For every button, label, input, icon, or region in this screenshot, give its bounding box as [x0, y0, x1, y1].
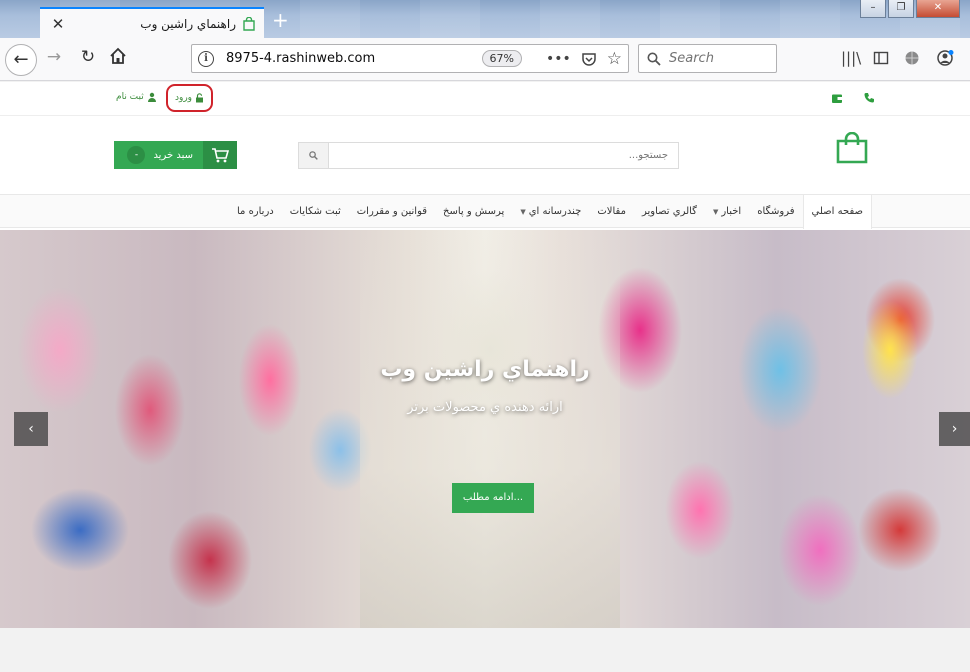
slide-subtitle: ارائه دهنده ي محصولات برتر — [407, 400, 563, 415]
user-plus-icon — [147, 92, 156, 102]
globe-icon[interactable] — [904, 50, 920, 66]
account-icon[interactable] — [936, 49, 954, 67]
menu-item-faq[interactable]: پرسش و پاسخ — [435, 195, 512, 229]
register-link[interactable]: ثبت نام — [116, 92, 157, 102]
menu-list: صفحه اصلي فروشگاه اخبار▼ گالري تصاوير مق… — [229, 195, 872, 229]
menu-item-home[interactable]: صفحه اصلي — [802, 195, 872, 229]
cart-count-badge: - — [127, 146, 146, 164]
chevron-down-icon: ▼ — [520, 208, 526, 216]
url-text[interactable]: 8975-4.rashinweb.com — [226, 51, 482, 66]
cart-icon-box — [203, 141, 237, 169]
site-logo-bag-icon[interactable] — [836, 132, 868, 164]
web-page: ورود ثبت نام سبد خريد - جستجو... صفحه اص… — [0, 82, 970, 672]
bookmark-star-icon[interactable]: ☆ — [607, 49, 622, 69]
menu-item-complaints[interactable]: ثبت شكايات — [282, 195, 349, 229]
read-more-button[interactable]: ادامه مطلب... — [452, 483, 534, 513]
browser-tab[interactable]: راهنماي راشين وب ✕ — [40, 7, 264, 38]
main-menu: صفحه اصلي فروشگاه اخبار▼ گالري تصاوير مق… — [0, 194, 970, 229]
phone-icon[interactable] — [864, 92, 875, 103]
chevron-right-icon: › — [951, 421, 958, 437]
hero-slider: راهنماي راشين وب ارائه دهنده ي محصولات ب… — [0, 230, 970, 628]
library-icon[interactable]: |||\ — [841, 49, 861, 67]
tab-close-button[interactable]: ✕ — [48, 15, 68, 33]
home-button[interactable] — [106, 47, 130, 70]
menu-item-gallery[interactable]: گالري تصاوير — [634, 195, 705, 229]
back-button[interactable]: ← — [5, 44, 37, 76]
window-close-button[interactable]: ✕ — [916, 0, 960, 18]
tab-title: راهنماي راشين وب — [140, 16, 236, 31]
menu-item-about[interactable]: درباره ما — [229, 195, 282, 229]
site-info-icon[interactable]: i — [198, 50, 214, 67]
pocket-icon[interactable] — [581, 51, 597, 67]
top-strip: ورود ثبت نام — [0, 82, 970, 116]
search-icon — [309, 151, 318, 160]
site-search — [298, 142, 679, 169]
wallet-icon[interactable] — [831, 92, 843, 104]
zoom-indicator[interactable]: 67% — [481, 50, 522, 67]
shopping-bag-icon — [243, 16, 255, 31]
window-controls: – ❐ ✕ — [860, 0, 960, 18]
home-icon — [110, 47, 126, 64]
sidebar-icon[interactable] — [873, 50, 889, 66]
browser-nav-bar: ← → ↻ i 8975-4.rashinweb.com 67% ••• ☆ S… — [0, 38, 970, 81]
browser-search-placeholder: Search — [669, 51, 714, 66]
menu-item-multimedia[interactable]: چندرسانه اي▼ — [512, 195, 589, 229]
login-label: ورود — [174, 93, 193, 103]
reload-icon: ↻ — [80, 47, 96, 67]
slide-title: راهنماي راشين وب — [380, 357, 590, 382]
menu-item-news[interactable]: اخبار▼ — [705, 195, 749, 229]
reload-button[interactable]: ↻ — [76, 47, 100, 67]
site-search-input[interactable] — [329, 143, 678, 168]
slider-next-button[interactable]: › — [939, 412, 970, 446]
arrow-left-icon: ← — [13, 49, 29, 70]
menu-item-shop[interactable]: فروشگاه — [749, 195, 802, 229]
cart-button[interactable]: سبد خريد - — [114, 141, 237, 169]
chevron-left-icon: ‹ — [28, 421, 34, 437]
cart-label: سبد خريد — [153, 149, 193, 161]
forward-button[interactable]: → — [42, 47, 66, 67]
search-icon — [647, 52, 661, 66]
new-tab-button[interactable]: + — [272, 8, 289, 32]
site-search-button[interactable] — [299, 143, 329, 168]
restore-button[interactable]: ❐ — [888, 0, 914, 18]
site-header: سبد خريد - — [0, 116, 970, 194]
address-bar[interactable]: i 8975-4.rashinweb.com 67% ••• ☆ — [191, 44, 629, 73]
browser-search-box[interactable]: Search — [638, 44, 777, 73]
unlock-icon — [196, 93, 204, 103]
page-below-slider — [0, 628, 970, 672]
register-label: ثبت نام — [116, 92, 144, 102]
menu-item-articles[interactable]: مقالات — [589, 195, 634, 229]
arrow-right-icon: → — [46, 47, 62, 67]
login-link[interactable]: ورود — [166, 84, 213, 112]
page-actions-button[interactable]: ••• — [546, 51, 571, 67]
shopping-cart-icon — [212, 148, 229, 163]
menu-item-rules[interactable]: قوانين و مقررات — [349, 195, 435, 229]
chevron-down-icon: ▼ — [712, 208, 719, 216]
slider-prev-button[interactable]: ‹ — [14, 412, 48, 446]
browser-tab-bar: راهنماي راشين وب ✕ + – ❐ ✕ — [0, 0, 970, 38]
minimize-button[interactable]: – — [860, 0, 886, 18]
